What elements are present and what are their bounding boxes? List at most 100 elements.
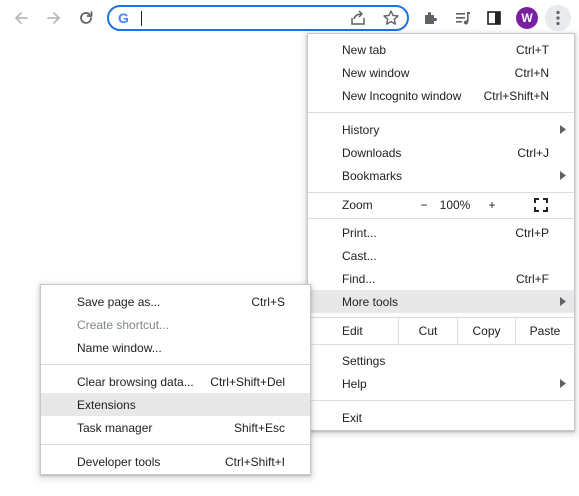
menu-item-shortcut: Ctrl+P (515, 225, 549, 240)
menu-item-label: Save page as... (77, 294, 161, 309)
menu-separator (308, 218, 574, 219)
fullscreen-icon[interactable] (532, 196, 550, 214)
media-control-icon (456, 12, 470, 25)
submenu-arrow-icon (560, 297, 566, 306)
menu-item-label: Find... (342, 271, 376, 286)
menu-item-label: Settings (342, 353, 386, 368)
extensions-button[interactable] (418, 5, 444, 31)
cut-label: Cut (418, 324, 438, 338)
menu-item-shortcut: Shift+Esc (233, 420, 285, 435)
omnibox-input[interactable] (143, 9, 313, 27)
menu-separator (41, 364, 310, 365)
chrome-menu-button[interactable] (545, 5, 571, 31)
menu-item-label: New Incognito window (342, 88, 462, 103)
submenu-item-clear-browsing-data[interactable]: Clear browsing data... Ctrl+Shift+Del (41, 370, 310, 393)
submenu-item-create-shortcut: Create shortcut... (41, 313, 310, 336)
plus-icon: + (488, 198, 496, 212)
copy-label: Copy (472, 324, 501, 338)
menu-item-new-tab[interactable]: New tab Ctrl+T (308, 38, 574, 61)
menu-item-label: Downloads (342, 145, 402, 160)
menu-item-label: Cast... (342, 248, 377, 263)
menu-item-label: Developer tools (77, 454, 161, 469)
menu-item-more-tools[interactable]: More tools (308, 290, 574, 313)
paste-label: Paste (529, 324, 561, 338)
menu-item-label: New window (342, 65, 410, 80)
menu-zoom-row: Zoom − 100% + (308, 193, 574, 217)
side-panel-icon (487, 11, 501, 25)
menu-separator (308, 400, 574, 401)
menu-item-shortcut: Ctrl+T (516, 42, 549, 57)
menu-edit-row: Edit Cut Copy Paste (308, 318, 574, 344)
menu-item-cast[interactable]: Cast... (308, 244, 574, 267)
menu-item-label: Help (342, 376, 367, 391)
menu-item-label: More tools (342, 294, 399, 309)
submenu-item-extensions[interactable]: Extensions (41, 393, 310, 416)
menu-item-shortcut: Ctrl+J (517, 145, 549, 160)
menu-separator (308, 344, 574, 345)
menu-separator (308, 112, 574, 113)
menu-item-settings[interactable]: Settings (308, 349, 574, 372)
profile-avatar[interactable]: W (516, 7, 538, 29)
menu-item-label: Name window... (77, 340, 162, 355)
menu-item-label: Create shortcut... (77, 317, 170, 332)
menu-item-shortcut: Ctrl+N (514, 65, 549, 80)
menu-item-shortcut: Ctrl+F (516, 271, 549, 286)
menu-item-help[interactable]: Help (308, 372, 574, 395)
menu-item-shortcut: Ctrl+Shift+N (483, 88, 549, 103)
submenu-arrow-icon (560, 379, 566, 388)
menu-item-label: Extensions (77, 397, 136, 412)
forward-button[interactable] (41, 5, 67, 31)
arrow-left-icon (15, 12, 28, 24)
reload-button[interactable] (73, 5, 99, 31)
submenu-arrow-icon (560, 125, 566, 134)
bookmark-star-button[interactable] (382, 9, 400, 30)
puzzle-icon (425, 12, 437, 24)
menu-item-label: New tab (342, 42, 387, 57)
menu-item-label: Print... (342, 225, 377, 240)
arrow-right-icon (47, 12, 60, 24)
menu-item-label: Task manager (77, 420, 153, 435)
submenu-arrow-icon (560, 171, 566, 180)
share-icon (351, 10, 365, 25)
edit-label: Edit (342, 324, 363, 338)
copy-button[interactable]: Copy (457, 318, 515, 344)
menu-item-label: Clear browsing data... (77, 374, 194, 389)
avatar-letter: W (521, 11, 533, 25)
menu-item-new-incognito-window[interactable]: New Incognito window Ctrl+Shift+N (308, 84, 574, 107)
menu-item-downloads[interactable]: Downloads Ctrl+J (308, 141, 574, 164)
address-bar[interactable]: G (107, 5, 409, 31)
menu-item-shortcut: Ctrl+S (251, 294, 285, 309)
text-caret (141, 11, 142, 26)
submenu-item-developer-tools[interactable]: Developer tools Ctrl+Shift+I (41, 450, 310, 473)
menu-item-label: History (342, 122, 380, 137)
menu-item-exit[interactable]: Exit (308, 406, 574, 429)
paste-button[interactable]: Paste (515, 318, 574, 344)
menu-separator (41, 444, 310, 445)
zoom-label: Zoom (342, 198, 373, 212)
reload-icon (80, 11, 93, 24)
cut-button[interactable]: Cut (398, 318, 457, 344)
google-logo: G (118, 10, 129, 26)
menu-item-label: Bookmarks (342, 168, 403, 183)
menu-item-history[interactable]: History (308, 118, 574, 141)
zoom-level: 100% (439, 198, 471, 212)
menu-item-print[interactable]: Print... Ctrl+P (308, 221, 574, 244)
side-panel-button[interactable] (481, 5, 507, 31)
menu-item-bookmarks[interactable]: Bookmarks (308, 164, 574, 187)
zoom-in-button[interactable]: + (480, 193, 504, 217)
menu-item-shortcut: Ctrl+Shift+Del (210, 374, 285, 389)
three-dot-icon (556, 10, 560, 26)
zoom-out-button[interactable]: − (412, 193, 436, 217)
menu-item-label: Exit (342, 410, 363, 425)
menu-item-new-window[interactable]: New window Ctrl+N (308, 61, 574, 84)
star-icon (383, 10, 399, 25)
menu-item-find[interactable]: Find... Ctrl+F (308, 267, 574, 290)
minus-icon: − (420, 198, 428, 212)
submenu-item-task-manager[interactable]: Task manager Shift+Esc (41, 416, 310, 439)
submenu-item-save-page-as[interactable]: Save page as... Ctrl+S (41, 290, 310, 313)
media-control-button[interactable] (450, 5, 476, 31)
share-button[interactable] (349, 9, 367, 30)
menu-item-shortcut: Ctrl+Shift+I (224, 454, 285, 469)
submenu-item-name-window[interactable]: Name window... (41, 336, 310, 359)
back-button[interactable] (8, 5, 34, 31)
